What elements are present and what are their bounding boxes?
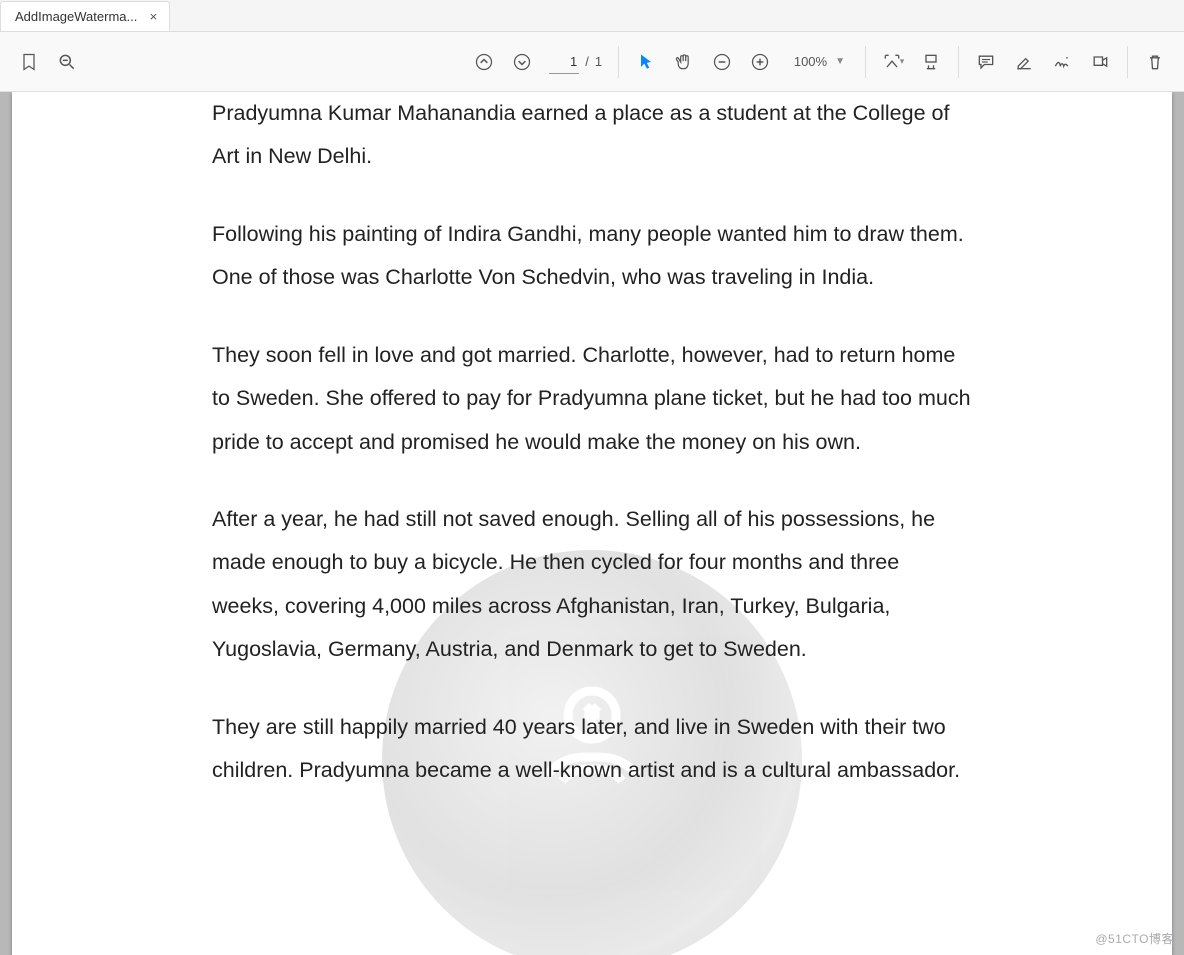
toolbar: / 1 100% ▼ ▾ bbox=[0, 32, 1184, 92]
fit-width-icon[interactable]: ▾ bbox=[876, 45, 910, 79]
comment-icon[interactable] bbox=[969, 45, 1003, 79]
page-indicator: / 1 bbox=[549, 50, 602, 74]
signature-icon[interactable] bbox=[1045, 45, 1079, 79]
document-text: Pradyumna Kumar Mahanandia earned a plac… bbox=[212, 92, 972, 792]
rotate-icon[interactable] bbox=[914, 45, 948, 79]
zoom-plus-icon[interactable] bbox=[743, 45, 777, 79]
zoom-out-icon[interactable] bbox=[50, 45, 84, 79]
tab-title: AddImageWaterma... bbox=[15, 9, 137, 24]
close-icon[interactable]: × bbox=[145, 9, 161, 25]
separator bbox=[618, 46, 619, 78]
document-viewport[interactable]: Pradyumna Kumar Mahanandia earned a plac… bbox=[0, 92, 1184, 955]
paragraph: Following his painting of Indira Gandhi,… bbox=[212, 213, 972, 300]
stamp-icon[interactable] bbox=[1083, 45, 1117, 79]
highlight-icon[interactable] bbox=[1007, 45, 1041, 79]
page-down-icon[interactable] bbox=[505, 45, 539, 79]
page-up-icon[interactable] bbox=[467, 45, 501, 79]
page-current-input[interactable] bbox=[549, 50, 579, 74]
delete-icon[interactable] bbox=[1138, 45, 1172, 79]
source-watermark: @51CTO博客 bbox=[1095, 930, 1174, 947]
paragraph: They soon fell in love and got married. … bbox=[212, 334, 972, 464]
caret-down-icon: ▼ bbox=[831, 52, 849, 71]
separator bbox=[1127, 46, 1128, 78]
zoom-selector[interactable]: 100% ▼ bbox=[787, 52, 849, 71]
pointer-icon[interactable] bbox=[629, 45, 663, 79]
paragraph: Pradyumna Kumar Mahanandia earned a plac… bbox=[212, 92, 972, 179]
page-sep: / bbox=[585, 54, 589, 69]
bookmark-outline-icon[interactable] bbox=[12, 45, 46, 79]
page-total: 1 bbox=[595, 54, 602, 69]
page: Pradyumna Kumar Mahanandia earned a plac… bbox=[12, 92, 1172, 955]
paragraph: They are still happily married 40 years … bbox=[212, 706, 972, 793]
paragraph: After a year, he had still not saved eno… bbox=[212, 498, 972, 672]
zoom-value: 100% bbox=[787, 54, 827, 69]
hand-icon[interactable] bbox=[667, 45, 701, 79]
tab-bar: AddImageWaterma... × bbox=[0, 0, 1184, 32]
document-tab[interactable]: AddImageWaterma... × bbox=[0, 1, 170, 31]
separator bbox=[958, 46, 959, 78]
zoom-minus-icon[interactable] bbox=[705, 45, 739, 79]
separator bbox=[865, 46, 866, 78]
